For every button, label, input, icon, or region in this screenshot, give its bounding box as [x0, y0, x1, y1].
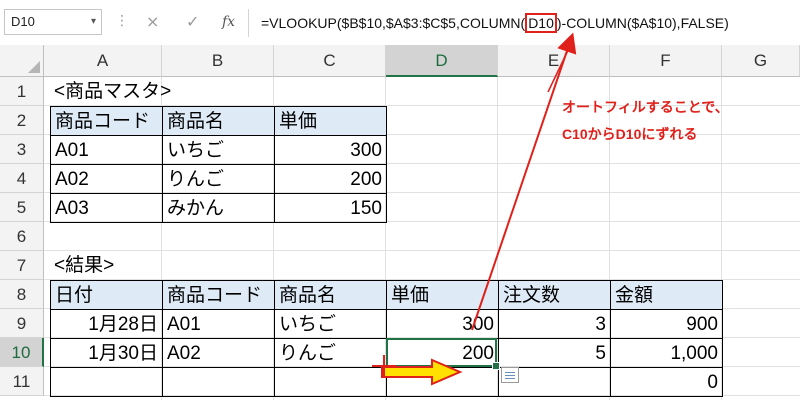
result-cell[interactable] — [162, 367, 275, 397]
active-cell-border — [386, 338, 497, 367]
row-header-7[interactable]: 7 — [0, 251, 44, 280]
master-title[interactable]: <商品マスタ> — [50, 77, 270, 106]
master-cell[interactable]: 200 — [274, 164, 387, 194]
result-cell[interactable]: いちご — [274, 309, 387, 339]
column-header-g[interactable]: G — [722, 45, 800, 77]
formula-input[interactable]: =VLOOKUP($B$10,$A$3:$C$5,COLUMN(D10)-COL… — [248, 9, 800, 37]
formula-text-suffix: )-COLUMN($A$10),FALSE) — [556, 15, 729, 31]
auto-fill-options-icon — [505, 371, 515, 379]
row-header-1[interactable]: 1 — [0, 77, 44, 106]
master-cell[interactable]: 300 — [274, 135, 387, 165]
annotation-line-1: オートフィルすることで、 — [562, 99, 729, 115]
result-header-name[interactable]: 商品名 — [274, 280, 387, 310]
row-header-2[interactable]: 2 — [0, 106, 44, 135]
formula-highlight: D10 — [525, 13, 557, 33]
row-header-6[interactable]: 6 — [0, 222, 44, 251]
result-cell[interactable]: A01 — [162, 309, 275, 339]
result-cell[interactable]: 1,000 — [610, 338, 723, 368]
more-options-icon[interactable]: ⋮ — [115, 10, 129, 36]
select-all-icon — [28, 61, 40, 73]
result-cell[interactable] — [50, 367, 163, 397]
row-header-9[interactable]: 9 — [0, 309, 44, 338]
column-header-e[interactable]: E — [498, 45, 610, 77]
result-cell[interactable]: 1月30日 — [50, 338, 163, 368]
result-cell[interactable]: 300 — [386, 309, 499, 339]
result-title[interactable]: <結果> — [50, 251, 250, 280]
result-header-amount[interactable]: 金額 — [610, 280, 723, 310]
master-cell[interactable]: 150 — [274, 193, 387, 223]
result-header-date[interactable]: 日付 — [50, 280, 163, 310]
result-cell[interactable]: 1月28日 — [50, 309, 163, 339]
result-cell[interactable] — [386, 367, 499, 397]
chevron-down-icon[interactable]: ▾ — [91, 10, 96, 34]
result-header-code[interactable]: 商品コード — [162, 280, 275, 310]
fill-handle[interactable] — [492, 362, 500, 370]
formula-bar: D10 ▾ ⋮ × ✓ fx =VLOOKUP($B$10,$A$3:$C$5,… — [0, 0, 800, 46]
name-box-value: D10 — [11, 14, 35, 29]
result-cell[interactable] — [274, 367, 387, 397]
result-cell[interactable]: 0 — [610, 367, 723, 397]
cancel-icon[interactable]: × — [146, 10, 159, 34]
master-header-code[interactable]: 商品コード — [50, 106, 163, 136]
row-header-10[interactable]: 10 — [0, 338, 44, 367]
master-cell[interactable]: りんご — [162, 164, 275, 194]
annotation-line-2: C10からD10にずれる — [562, 126, 698, 142]
column-header-c[interactable]: C — [274, 45, 386, 77]
name-box[interactable]: D10 ▾ — [4, 9, 102, 35]
result-cell[interactable]: 3 — [498, 309, 611, 339]
column-header-a[interactable]: A — [44, 45, 162, 77]
row-header-3[interactable]: 3 — [0, 135, 44, 164]
column-header-f[interactable]: F — [610, 45, 722, 77]
formula-text-prefix: =VLOOKUP($B$10,$A$3:$C$5,COLUMN( — [261, 15, 526, 31]
row-header-11[interactable]: 11 — [0, 367, 44, 396]
select-all-button[interactable] — [0, 45, 44, 77]
result-cell[interactable]: りんご — [274, 338, 387, 368]
result-header-qty[interactable]: 注文数 — [498, 280, 611, 310]
master-cell[interactable]: みかん — [162, 193, 275, 223]
row-header-5[interactable]: 5 — [0, 193, 44, 222]
result-header-price[interactable]: 単価 — [386, 280, 499, 310]
insert-function-icon[interactable]: fx — [222, 11, 235, 33]
row-header-4[interactable]: 4 — [0, 164, 44, 193]
master-cell[interactable]: A03 — [50, 193, 163, 223]
result-cell[interactable]: 900 — [610, 309, 723, 339]
master-header-name[interactable]: 商品名 — [162, 106, 275, 136]
column-header-d[interactable]: D — [386, 45, 498, 77]
auto-fill-options-button[interactable] — [501, 367, 519, 383]
result-cell[interactable]: A02 — [162, 338, 275, 368]
row-header-8[interactable]: 8 — [0, 280, 44, 309]
master-cell[interactable]: A01 — [50, 135, 163, 165]
master-cell[interactable]: いちご — [162, 135, 275, 165]
master-cell[interactable]: A02 — [50, 164, 163, 194]
result-cell[interactable]: 5 — [498, 338, 611, 368]
column-header-b[interactable]: B — [162, 45, 274, 77]
enter-icon[interactable]: ✓ — [186, 10, 199, 34]
master-header-price[interactable]: 単価 — [274, 106, 387, 136]
